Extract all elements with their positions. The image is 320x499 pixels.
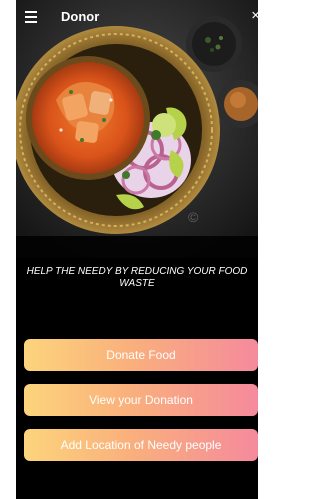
app-bar: Donor × (16, 0, 258, 36)
svg-text:©: © (188, 209, 199, 225)
close-icon[interactable]: × (251, 8, 258, 23)
view-donation-button[interactable]: View your Donation (24, 384, 258, 416)
add-needy-location-button[interactable]: Add Location of Needy people (24, 429, 258, 461)
tagline-text: HELP THE NEEDY BY REDUCING YOUR FOOD WAS… (26, 266, 248, 289)
hamburger-menu-icon[interactable] (25, 11, 37, 23)
hero-food-image: © (16, 0, 258, 258)
app-title: Donor (61, 9, 100, 24)
donate-food-button[interactable]: Donate Food (24, 339, 258, 371)
app-container: © Donor × HELP THE NEEDY BY REDUCING YOU… (16, 0, 258, 499)
screen: © Donor × HELP THE NEEDY BY REDUCING YOU… (0, 0, 258, 499)
